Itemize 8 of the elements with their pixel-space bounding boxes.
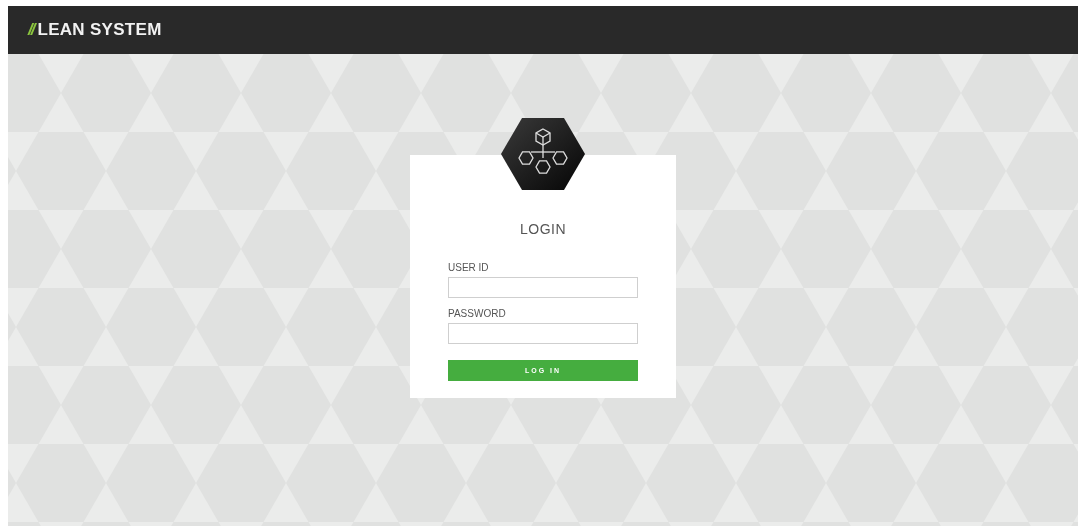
field-label: USER ID: [448, 262, 490, 273]
brand-mark: //: [28, 20, 34, 40]
field-label: PASSWORD: [448, 308, 507, 319]
brand-name: LEAN SYSTEM: [37, 20, 162, 40]
logo-icon: [501, 118, 585, 190]
input-field[interactable]: [448, 277, 638, 298]
login-title: LOGIN: [519, 221, 567, 237]
input-field[interactable]: [448, 323, 638, 344]
